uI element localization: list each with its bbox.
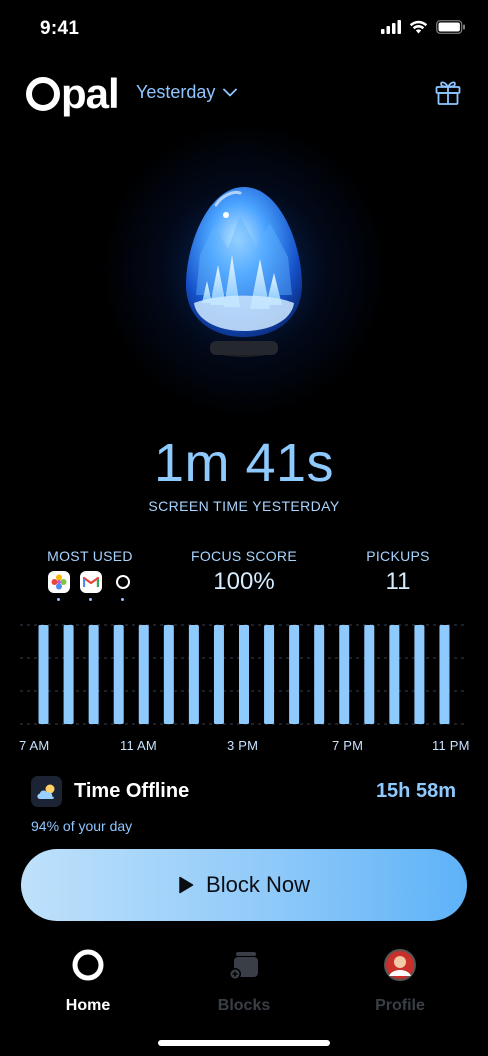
gift-icon[interactable] xyxy=(434,78,462,106)
chevron-down-icon xyxy=(223,88,238,97)
time-offline-percent: 94% of your day xyxy=(31,818,133,834)
chart-bar xyxy=(113,625,124,724)
chart-bar xyxy=(289,625,300,724)
block-now-label: Block Now xyxy=(206,872,310,897)
tab-profile-label: Profile xyxy=(375,997,425,1014)
offline-weather-icon xyxy=(31,776,62,807)
focus-score-label: FOCUS SCORE xyxy=(191,548,297,564)
app-logo: pal xyxy=(26,70,120,118)
tab-blocks[interactable]: Blocks xyxy=(184,948,304,1015)
chart-tick-label: 11 PM xyxy=(432,738,470,753)
chart-bar xyxy=(38,625,49,724)
block-now-button[interactable]: Block Now xyxy=(21,849,467,921)
chart-tick-label: 3 PM xyxy=(227,738,259,753)
focus-score-value: 100% xyxy=(213,568,275,595)
chart-bar xyxy=(188,625,199,724)
most-used-label: MOST USED xyxy=(47,548,133,564)
logo-ring-icon xyxy=(26,77,60,111)
play-icon xyxy=(179,876,194,894)
opal-icon[interactable] xyxy=(112,571,134,601)
screen-time-caption: SCREEN TIME YESTERDAY xyxy=(148,498,340,514)
chart-bar xyxy=(264,625,275,724)
gmail-icon[interactable] xyxy=(80,571,102,601)
chart-bar xyxy=(314,625,325,724)
chart-bar xyxy=(138,625,149,724)
avatar-icon xyxy=(384,949,416,981)
photos-icon[interactable] xyxy=(48,571,70,601)
chart-bar xyxy=(239,625,249,724)
tab-blocks-label: Blocks xyxy=(217,997,271,1014)
screen-time-value: 1m 41s xyxy=(153,433,335,493)
chart-bar xyxy=(439,625,450,724)
period-label: Yesterday xyxy=(136,82,216,102)
pickups-label: PICKUPS xyxy=(366,548,430,564)
status-time: 9:41 xyxy=(40,18,80,39)
home-ring-icon xyxy=(72,949,104,981)
tab-home-label: Home xyxy=(65,997,111,1014)
chart-tick-label: 11 AM xyxy=(120,738,157,753)
chart-tick-label: 7 PM xyxy=(332,738,364,753)
chart-bar xyxy=(163,625,174,724)
chart-bar xyxy=(339,625,350,724)
most-used-apps xyxy=(48,571,134,601)
period-selector[interactable]: Yesterday xyxy=(136,82,238,103)
time-offline-label: Time Offline xyxy=(74,780,190,802)
chart-bar xyxy=(213,625,224,724)
status-bar: 9:41 xyxy=(0,0,488,60)
pickups-value: 11 xyxy=(385,568,411,595)
chart-tick-label: 7 AM xyxy=(19,738,50,753)
logo-text: pal xyxy=(61,70,120,117)
signal-icon xyxy=(381,20,401,34)
chart-bar xyxy=(414,625,425,724)
tab-home[interactable]: Home xyxy=(28,948,148,1015)
winter-gem-illustration xyxy=(186,187,302,357)
battery-icon xyxy=(436,20,465,34)
tab-profile[interactable]: Profile xyxy=(340,948,460,1015)
wifi-icon xyxy=(409,20,428,34)
blocks-icon xyxy=(229,952,258,980)
chart-bar xyxy=(63,625,74,724)
time-offline-value: 15h 58m xyxy=(375,780,456,802)
chart-bar xyxy=(88,625,99,724)
home-indicator[interactable] xyxy=(158,1040,330,1046)
chart-bar xyxy=(389,625,400,724)
status-icons xyxy=(381,20,466,34)
chart-bar xyxy=(364,625,375,724)
